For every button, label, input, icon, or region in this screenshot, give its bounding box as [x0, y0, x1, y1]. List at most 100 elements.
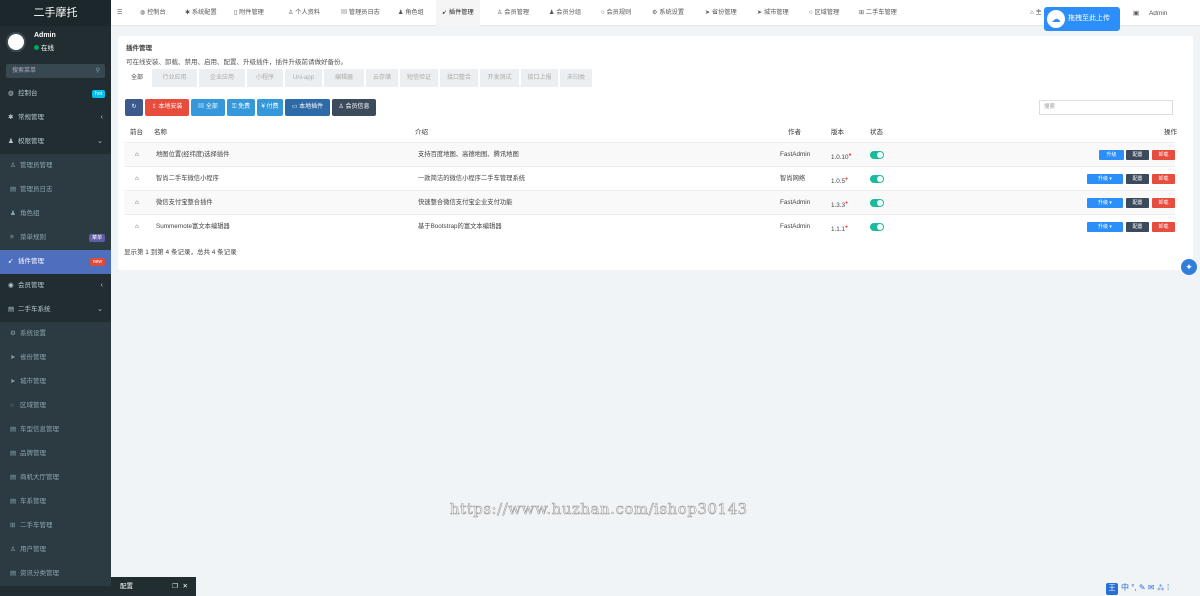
top-tab[interactable]: ♙ 个人资料: [288, 0, 320, 26]
list-icon: ▤: [8, 306, 15, 313]
sidebar-item-label: 车系管理: [20, 498, 46, 505]
top-tab[interactable]: ♟ 会员分组: [549, 0, 581, 26]
sidebar-toggle-icon[interactable]: ☰: [117, 0, 123, 26]
top-tab[interactable]: ➤ 城市管理: [757, 0, 789, 26]
home-icon[interactable]: ⌂: [135, 143, 139, 167]
status-toggle[interactable]: [870, 199, 884, 207]
sidebar-item-label: 管理员管理: [20, 162, 53, 169]
config-button[interactable]: 配置: [1126, 198, 1149, 208]
sidebar-item[interactable]: ○ 区域管理: [0, 394, 111, 418]
status-toggle[interactable]: [870, 151, 884, 159]
table-row: ⌂ 微信支付宝整合插件 快速整合微信支付宝企业支付功能 FastAdmin 1.3.3●…: [124, 190, 1175, 214]
sidebar-item[interactable]: ▤ 品牌管理: [0, 442, 111, 466]
top-tab[interactable]: ➤ 省份管理: [705, 0, 737, 26]
top-tab[interactable]: ▤ 管理员日志: [341, 0, 380, 26]
table-search-input[interactable]: 搜索: [1039, 100, 1173, 115]
top-tab[interactable]: ♙ 会员管理: [497, 0, 529, 26]
category-tab[interactable]: 未归类: [560, 69, 592, 87]
uninstall-button[interactable]: 卸载: [1152, 174, 1175, 184]
top-tab-label: 省份管理: [711, 9, 737, 16]
sidebar-item-label: 会员管理: [18, 282, 44, 289]
sidebar-item[interactable]: ♙ 用户管理: [0, 538, 111, 562]
category-tab[interactable]: 接口上报: [521, 69, 558, 87]
admin-menu[interactable]: ▣ Admin: [1133, 9, 1167, 17]
sidebar-item[interactable]: ✱ 常规管理 ‹: [0, 106, 111, 130]
home-icon[interactable]: ⌂: [135, 191, 139, 215]
sidebar-item[interactable]: ◍ 控制台 hot: [0, 82, 111, 106]
top-tab[interactable]: ▯ 附件管理: [234, 0, 264, 26]
float-help-icon[interactable]: ✦: [1181, 259, 1197, 275]
cell-name: 微信支付宝整合插件: [156, 199, 213, 206]
upgrade-button[interactable]: 升级 ▾: [1087, 198, 1123, 208]
category-tab[interactable]: Uni-app: [285, 69, 322, 87]
top-tab[interactable]: ➹ 插件管理: [436, 0, 480, 26]
category-tab[interactable]: 云存储: [366, 69, 398, 87]
home-link[interactable]: ⌂ 主: [1030, 0, 1042, 26]
category-tab[interactable]: 全部: [124, 69, 150, 87]
top-tab[interactable]: ○ 会员规则: [601, 0, 631, 26]
config-button[interactable]: 配置: [1126, 150, 1149, 160]
user-panel: Admin 在线: [0, 26, 111, 60]
upgrade-button[interactable]: 升级 ▾: [1087, 174, 1123, 184]
toolbar-button[interactable]: ▭ 本地插件: [285, 99, 330, 116]
sidebar-item[interactable]: ≡ 菜单规则 菜单: [0, 226, 111, 250]
category-tab[interactable]: 行业应用: [152, 69, 197, 87]
sidebar-item[interactable]: ➹ 插件管理 new: [0, 250, 111, 274]
ime-toolbar[interactable]: 王中 °, ✎ ✉ ⁂ ⁞: [1106, 582, 1169, 596]
sidebar-item[interactable]: ⚙ 系统设置: [0, 322, 111, 346]
category-tab[interactable]: 编辑器: [324, 69, 364, 87]
toolbar-button[interactable]: ♙ 会员信息: [332, 99, 376, 116]
toolbar-button[interactable]: ⚿ 免费: [227, 99, 255, 116]
toolbar-button-label: 本地安装: [158, 104, 183, 110]
sidebar-item[interactable]: ♟ 角色组: [0, 202, 111, 226]
sidebar-item[interactable]: ➤ 省份管理: [0, 346, 111, 370]
status-toggle[interactable]: [870, 175, 884, 183]
cell-author: FastAdmin: [780, 151, 811, 158]
upgrade-button[interactable]: 升级: [1099, 150, 1124, 160]
cell-version: 1.0.5●: [831, 176, 849, 186]
minimized-window[interactable]: 配置 ❐ ✕: [111, 577, 196, 596]
upgrade-button[interactable]: 升级 ▾: [1087, 222, 1123, 232]
category-tab[interactable]: 小程序: [247, 69, 283, 87]
category-tab[interactable]: 接口整合: [440, 69, 478, 87]
sidebar-item[interactable]: ▤ 商机大厅管理: [0, 466, 111, 490]
sidebar-item[interactable]: ◉ 会员管理 ‹: [0, 274, 111, 298]
top-tab[interactable]: ⊞ 二手车管理: [859, 0, 897, 26]
status-toggle[interactable]: [870, 223, 884, 231]
uninstall-button[interactable]: 卸载: [1152, 198, 1175, 208]
top-tab[interactable]: ✱ 系统配置: [185, 0, 217, 26]
sidebar-item[interactable]: ➤ 城市管理: [0, 370, 111, 394]
home-icon[interactable]: ⌂: [135, 167, 139, 191]
sidebar-item[interactable]: ♙ 管理员管理: [0, 154, 111, 178]
sidebar-search-input[interactable]: 搜索菜单 ⚲: [6, 64, 105, 78]
sidebar-item[interactable]: ♟ 权限管理 ⌄: [0, 130, 111, 154]
restore-icon[interactable]: ❐: [172, 577, 178, 596]
home-icon[interactable]: ⌂: [135, 215, 139, 239]
toolbar-button[interactable]: ⇪ 本地安装: [145, 99, 189, 116]
top-tab[interactable]: ○ 区域管理: [809, 0, 839, 26]
close-icon[interactable]: ✕: [183, 577, 188, 596]
category-tab[interactable]: 短信验证: [400, 69, 438, 87]
sidebar-item[interactable]: ▤ 管理员日志: [0, 178, 111, 202]
sidebar-item[interactable]: ▤ 二手车系统 ⌄: [0, 298, 111, 322]
drag-upload-button[interactable]: ☁ 拖拽至此上传: [1044, 7, 1120, 31]
uninstall-button[interactable]: 卸载: [1152, 222, 1175, 232]
top-tab[interactable]: ♟ 角色组: [398, 0, 424, 26]
circle-icon: ○: [10, 402, 14, 409]
config-button[interactable]: 配置: [1126, 222, 1149, 232]
config-button[interactable]: 配置: [1126, 174, 1149, 184]
toolbar-button[interactable]: ¥ 付费: [257, 99, 283, 116]
uninstall-button[interactable]: 卸载: [1152, 150, 1175, 160]
toolbar-button[interactable]: ↻: [125, 99, 143, 116]
sidebar-item[interactable]: ▤ 资讯分类管理: [0, 562, 111, 586]
top-tab[interactable]: ⚙ 系统设置: [652, 0, 684, 26]
toolbar-button[interactable]: ▤ 全部: [191, 99, 225, 116]
category-tab[interactable]: 企业应用: [199, 69, 245, 87]
app-logo[interactable]: 二手摩托: [0, 0, 111, 26]
sidebar-item[interactable]: ⊞ 二手车管理: [0, 514, 111, 538]
category-tab[interactable]: 开发测试: [480, 69, 519, 87]
sidebar-item[interactable]: ▤ 车系管理: [0, 490, 111, 514]
top-tab-label: 区域管理: [814, 9, 840, 16]
top-tab[interactable]: ◍ 控制台: [140, 0, 166, 26]
sidebar-item[interactable]: ▤ 车型信息管理: [0, 418, 111, 442]
